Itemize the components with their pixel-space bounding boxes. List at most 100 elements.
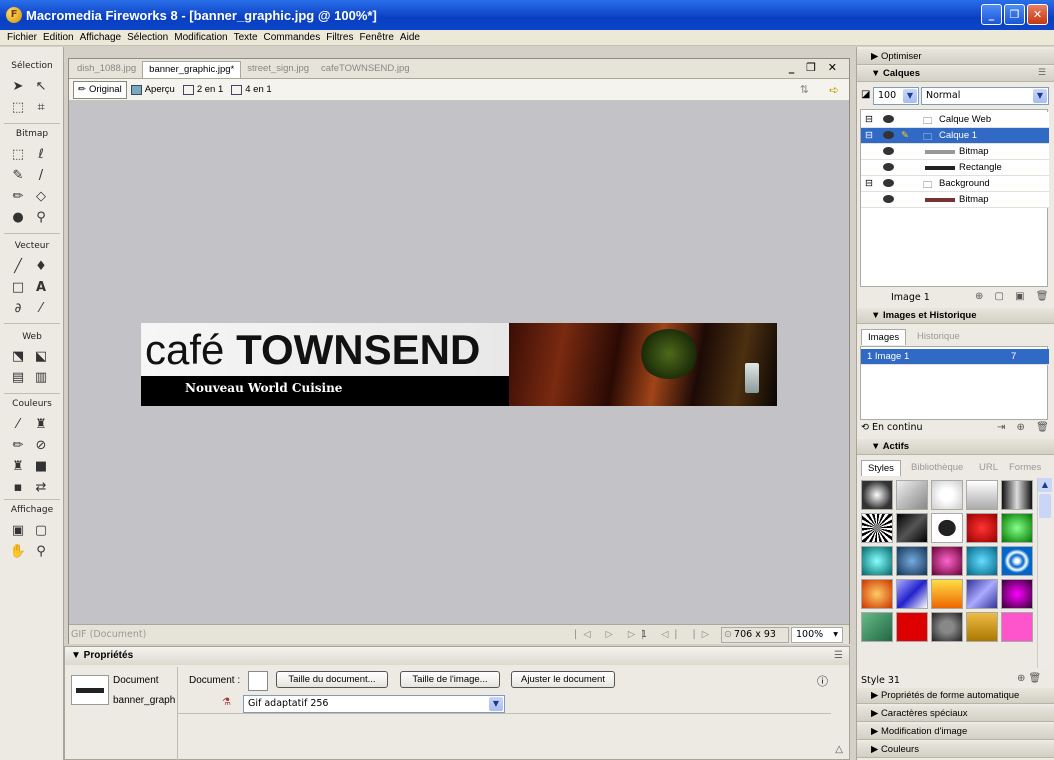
style-swatch[interactable] <box>1001 513 1033 543</box>
show-slices-icon[interactable]: ▥ <box>31 368 51 387</box>
zoom-tool-icon[interactable]: ⚲ <box>31 542 51 561</box>
style-swatch[interactable] <box>861 612 893 642</box>
text-tool-icon[interactable]: A <box>31 278 51 297</box>
tab-shapes[interactable]: Formes <box>1003 460 1047 476</box>
tab-banner-graphic[interactable]: banner_graphic.jpg* <box>142 61 242 78</box>
menu-fenetre[interactable]: Fenêtre <box>356 32 396 43</box>
image-size-button[interactable]: Taille de l'image... <box>400 671 500 688</box>
menu-texte[interactable]: Texte <box>231 32 261 43</box>
fill-tool-icon[interactable]: ♜ <box>8 457 28 476</box>
auto-shape-props-header[interactable]: ▶ Propriétés de forme automatique <box>857 688 1054 704</box>
eye-icon[interactable] <box>883 115 894 123</box>
line-tool-icon[interactable]: ╱ <box>8 257 28 276</box>
view-2up-button[interactable]: 2 en 1 <box>179 81 227 99</box>
layer-row[interactable]: ⊟ ✎ 🗀 Calque 1 <box>861 128 1049 144</box>
crop-tool-icon[interactable]: ⌗ <box>31 98 51 117</box>
style-swatch[interactable] <box>896 579 928 609</box>
layer-actions[interactable]: ⊕ ▢ ▣ 🗑 <box>975 291 1053 302</box>
eye-icon[interactable] <box>883 163 894 171</box>
hide-slices-icon[interactable]: ▤ <box>8 368 28 387</box>
style-swatch[interactable] <box>896 612 928 642</box>
style-swatch[interactable] <box>861 513 893 543</box>
panel-options-icon[interactable]: ☰ <box>1038 68 1046 78</box>
eye-icon[interactable] <box>883 147 894 155</box>
frame-playback-controls[interactable]: |◁ ▷ ▷| <box>574 629 650 640</box>
image-edit-header[interactable]: ▶ Modification d'image <box>857 724 1054 740</box>
assets-panel-header[interactable]: ▼ Actifs <box>857 439 1054 455</box>
document-window-controls[interactable]: _ ❐ ✕ <box>789 61 841 74</box>
style-swatch[interactable] <box>1001 579 1033 609</box>
menu-commandes[interactable]: Commandes <box>261 32 324 43</box>
quick-export-icon[interactable]: ⇅ <box>800 83 809 96</box>
style-swatch[interactable] <box>896 513 928 543</box>
menu-selection[interactable]: Sélection <box>124 32 171 43</box>
default-colors-icon[interactable]: ▪ <box>8 478 28 497</box>
menu-modification[interactable]: Modification <box>171 32 230 43</box>
expand-icon[interactable]: ⊟ <box>865 114 873 125</box>
frames-history-header[interactable]: ▼ Images et Historique <box>857 308 1054 324</box>
stroke-none-icon[interactable]: ⊘ <box>31 436 51 455</box>
loop-setting[interactable]: ⟲ En continu <box>861 422 923 433</box>
style-swatch[interactable] <box>861 579 893 609</box>
eye-icon[interactable] <box>883 131 894 139</box>
tab-history[interactable]: Historique <box>911 329 966 345</box>
menu-edition[interactable]: Edition <box>40 32 77 43</box>
style-swatch[interactable] <box>966 579 998 609</box>
brush-tool-icon[interactable]: / <box>31 166 51 185</box>
zoom-select[interactable]: 100% ▾ <box>791 626 843 643</box>
expand-icon[interactable]: ⊟ <box>865 130 873 141</box>
rectangle-tool-icon[interactable]: □ <box>8 278 28 297</box>
style-swatch[interactable] <box>1001 612 1033 642</box>
style-swatch[interactable] <box>931 480 963 510</box>
eyedropper-tool-icon[interactable]: ⁄ <box>8 415 28 434</box>
banner-image[interactable]: café TOWNSEND Nouveau World Cuisine <box>141 323 777 406</box>
style-swatch[interactable] <box>896 480 928 510</box>
help-icon[interactable]: ⓘ <box>817 673 828 689</box>
tab-cafe-townsend[interactable]: cafeTOWNSEND.jpg <box>315 61 416 78</box>
pen-tool-icon[interactable]: ♦ <box>31 257 51 276</box>
style-swatch[interactable] <box>931 513 963 543</box>
hand-tool-icon[interactable]: ✋ <box>8 542 28 561</box>
canvas-size-button[interactable]: Taille du document... <box>276 671 388 688</box>
scroll-thumb[interactable] <box>1038 494 1051 518</box>
frame-actions[interactable]: ⇥ ⊕ 🗑 <box>997 422 1053 433</box>
style-swatch[interactable] <box>861 546 893 576</box>
fill-color-swatch-icon[interactable]: ■ <box>31 457 51 476</box>
optimize-panel-header[interactable]: ▶ Optimiser <box>857 49 1054 65</box>
eye-icon[interactable] <box>883 195 894 203</box>
palette-select[interactable]: Gif adaptatif 256 ▼ <box>243 695 505 713</box>
freeform-tool-icon[interactable]: ∂ <box>8 299 28 318</box>
subselect-tool-icon[interactable]: ↖ <box>31 77 51 96</box>
eraser-tool-icon[interactable]: ◇ <box>31 187 51 206</box>
style-swatch[interactable] <box>931 612 963 642</box>
pointer-tool-icon[interactable]: ➤ <box>8 77 28 96</box>
pencil-tool-icon[interactable]: ✏ <box>8 187 28 206</box>
collapse-properties-icon[interactable]: △ <box>835 744 843 755</box>
view-preview-button[interactable]: Aperçu <box>127 81 179 99</box>
paint-bucket-tool-icon[interactable]: ♜ <box>31 415 51 434</box>
layer-row[interactable]: Bitmap <box>861 192 1049 208</box>
scroll-up-icon[interactable]: ▲ <box>1038 478 1052 492</box>
blend-mode-select[interactable]: Normal ▼ <box>921 87 1049 105</box>
style-swatch[interactable] <box>1001 546 1033 576</box>
canvas-area[interactable]: café TOWNSEND Nouveau World Cuisine <box>69 101 849 624</box>
style-swatch[interactable] <box>896 546 928 576</box>
layers-panel-header[interactable]: ▼ Calques <box>857 66 1054 82</box>
tab-dish[interactable]: dish_1088.jpg <box>71 61 142 78</box>
tab-styles[interactable]: Styles <box>861 460 901 476</box>
style-swatch[interactable] <box>1001 480 1033 510</box>
layer-row[interactable]: ⊟ 🗀 Background <box>861 176 1049 192</box>
colors-panel-header[interactable]: ▶ Couleurs <box>857 742 1054 758</box>
fit-canvas-button[interactable]: Ajuster le document <box>511 671 615 688</box>
view-original-button[interactable]: ✏ Original <box>73 80 127 99</box>
frame-row[interactable]: 1 Image 1 7 <box>861 349 1049 365</box>
eye-icon[interactable] <box>883 179 894 187</box>
knife-tool-icon[interactable]: ⁄ <box>31 299 51 318</box>
tab-url[interactable]: URL <box>973 460 1004 476</box>
menu-aide[interactable]: Aide <box>397 32 423 43</box>
tab-library[interactable]: Bibliothèque <box>905 460 969 476</box>
style-actions[interactable]: ⊕ 🗑 <box>1017 673 1041 684</box>
style-swatch[interactable] <box>861 480 893 510</box>
layer-row[interactable]: ⊟ 🗀 Calque Web <box>861 112 1049 128</box>
blur-tool-icon[interactable]: ● <box>8 208 28 227</box>
